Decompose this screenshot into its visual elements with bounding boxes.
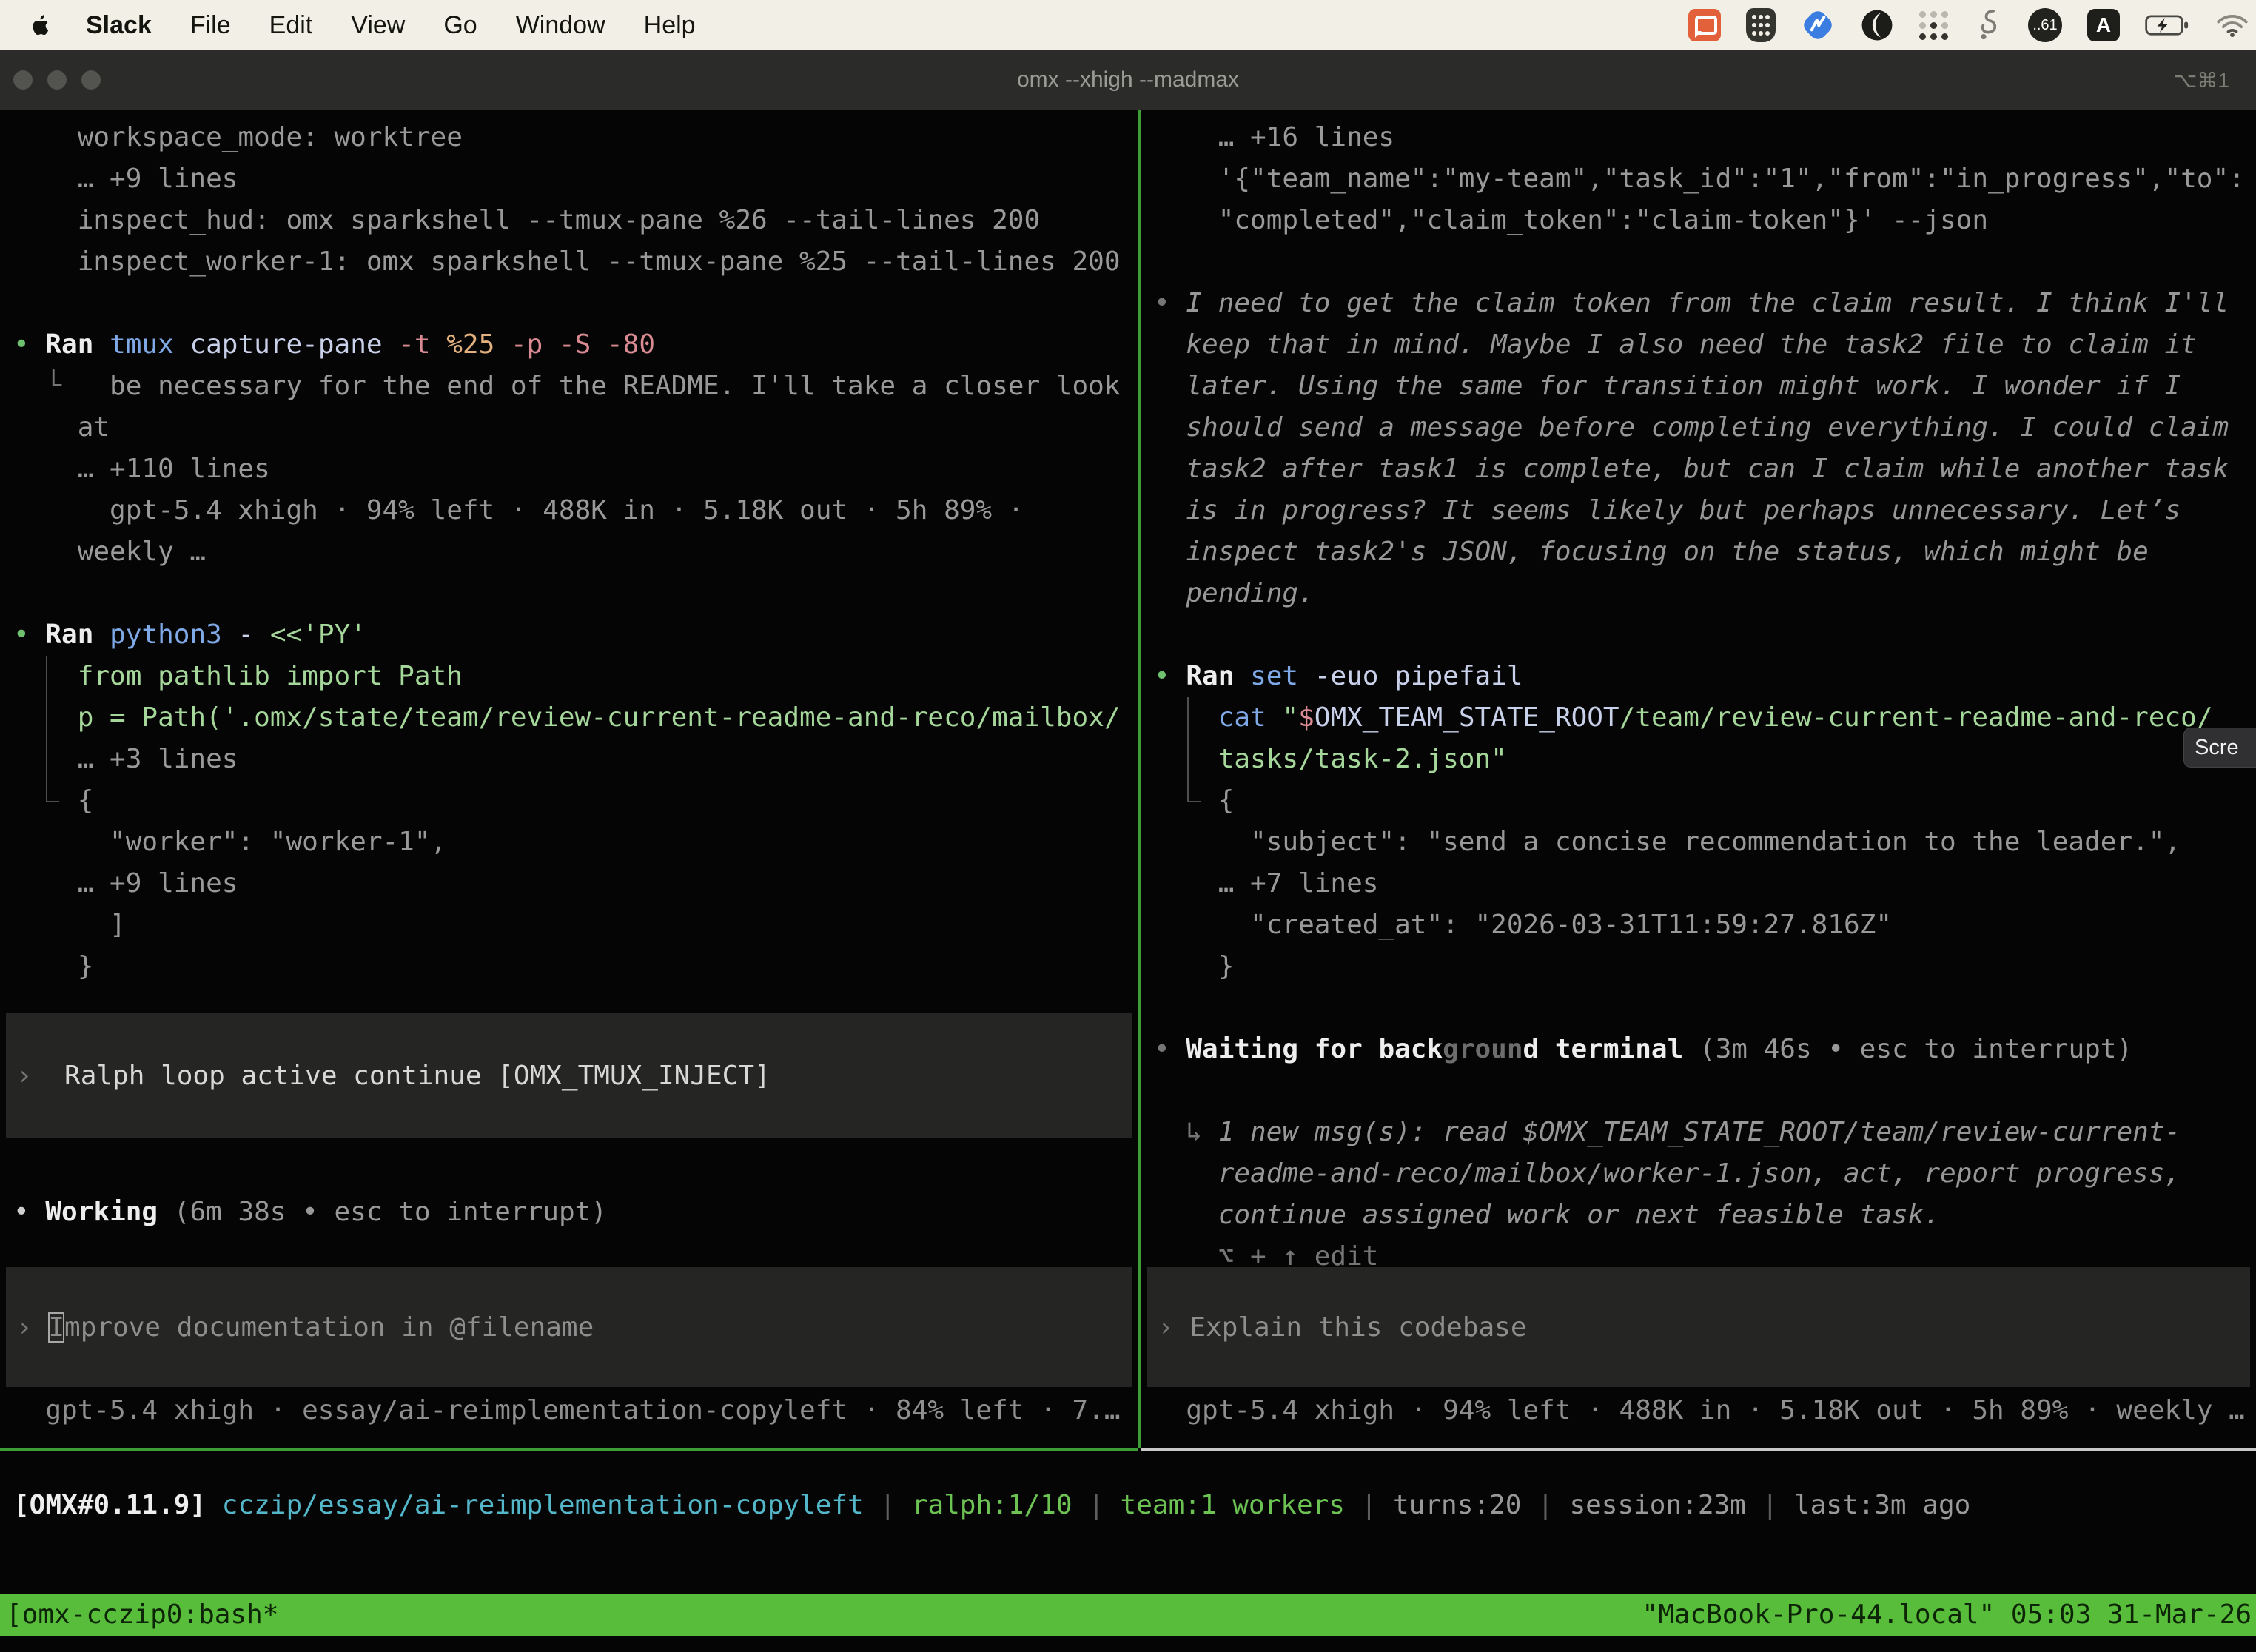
right-terminal-lines: … +16 lines '{"team_name":"my-team","tas…	[1154, 117, 2256, 1277]
left-terminal-lines: workspace_mode: worktree … +9 lines insp…	[13, 117, 1138, 987]
inject-banner: › Ralph loop active continue [OMX_TMUX_I…	[6, 1013, 1132, 1138]
menu-bar: Slack FileEditViewGoWindowHelp ..61 A	[0, 0, 2256, 50]
terminal-line: "worker": "worker-1",	[13, 822, 1138, 863]
terminal-line: … +7 lines	[1154, 863, 2256, 904]
terminal-line: keep that in mind. Maybe I also need the…	[1154, 324, 2256, 366]
terminal-line: '{"team_name":"my-team","task_id":"1","f…	[1154, 158, 2256, 200]
prompt-input-right[interactable]: › Explain this codebase	[1147, 1267, 2250, 1387]
terminal-line: "created_at": "2026-03-31T11:59:27.816Z"	[1154, 904, 2256, 946]
terminal-line: later. Using the same for transition mig…	[1154, 366, 2256, 407]
terminal-line: pending.	[1154, 573, 2256, 614]
prompt-input-left[interactable]: › Improve documentation in @filename	[6, 1267, 1132, 1387]
dots-grid-icon[interactable]	[1919, 11, 1948, 40]
terminal-line	[1154, 614, 2256, 656]
battery-icon[interactable]	[2145, 13, 2191, 38]
terminal-line: }	[1154, 946, 2256, 987]
input-placeholder: mprove documentation in @filename	[64, 1312, 594, 1343]
terminal-line	[1154, 241, 2256, 283]
terminal-line: p = Path('.omx/state/team/review-current…	[13, 697, 1138, 739]
crescent-icon[interactable]	[1860, 8, 1894, 42]
window-title: omx --xhigh --madmax	[0, 50, 2256, 110]
pane-border-bottom-right	[1141, 1448, 2256, 1451]
terminal-line: • Waiting for background terminal (3m 46…	[1154, 1029, 2256, 1070]
terminal-line	[1154, 987, 2256, 1029]
terminal-line	[13, 283, 1138, 324]
terminal-line: … +16 lines	[1154, 117, 2256, 158]
terminal-line: • Ran tmux capture-pane -t %25 -p -S -80	[13, 324, 1138, 366]
terminal-line: workspace_mode: worktree	[13, 117, 1138, 158]
terminal-line: readme-and-reco/mailbox/worker-1.json, a…	[1154, 1153, 2256, 1195]
terminal-line: weekly …	[13, 531, 1138, 573]
terminal-line: • I need to get the claim token from the…	[1154, 283, 2256, 324]
menu-item-go[interactable]: Go	[424, 11, 496, 40]
terminal-line: gpt-5.4 xhigh · 94% left · 488K in · 5.1…	[13, 490, 1138, 531]
menu-app-name[interactable]: Slack	[67, 11, 171, 40]
pane-hud-left: workspace_mode: worktree … +9 lines insp…	[0, 110, 1138, 1448]
menu-item-edit[interactable]: Edit	[250, 11, 332, 40]
terminal-line: at	[13, 407, 1138, 449]
terminal-line: └ be necessary for the end of the README…	[13, 366, 1138, 407]
menu-item-view[interactable]: View	[332, 11, 424, 40]
terminal-line	[13, 573, 1138, 614]
tmux-session-window[interactable]: [omx-cczip0:bash*	[0, 1594, 278, 1636]
terminal-line: {	[1154, 780, 2256, 822]
omx-hud-status-line: [OMX#0.11.9] cczip/essay/ai-reimplementa…	[13, 1485, 1970, 1526]
terminal-line: "subject": "send a concise recommendatio…	[1154, 822, 2256, 863]
text-cursor: I	[48, 1312, 64, 1343]
terminal-line: … +110 lines	[13, 449, 1138, 490]
terminal-line: tasks/task-2.json"	[1154, 739, 2256, 780]
screen-edge-tooltip: Scre	[2183, 728, 2256, 768]
terminal-line: cat "$OMX_TEAM_STATE_ROOT/team/review-cu…	[1154, 697, 2256, 739]
terminal-line: • Ran python3 - <<'PY'	[13, 614, 1138, 656]
terminal-line: continue assigned work or next feasible …	[1154, 1195, 2256, 1236]
terminal-line: inspect_worker-1: omx sparkshell --tmux-…	[13, 241, 1138, 283]
terminal-line	[1154, 1070, 2256, 1112]
window-title-bar: omx --xhigh --madmax ⌥⌘1	[0, 50, 2256, 110]
terminal-line: "completed","claim_token":"claim-token"}…	[1154, 200, 2256, 241]
terminal-line: inspect task2's JSON, focusing on the st…	[1154, 531, 2256, 573]
tmux-status-bar: [omx-cczip0:bash* "MacBook-Pro-44.local"…	[0, 1594, 2256, 1636]
apple-logo-icon[interactable]	[28, 10, 56, 41]
code-block-connector	[46, 656, 59, 802]
terminal-line: … +9 lines	[13, 863, 1138, 904]
screen-share-badge-icon[interactable]	[1688, 9, 1721, 41]
tmux-host-clock: "MacBook-Pro-44.local" 05:03 31-Mar-26	[1642, 1594, 2256, 1636]
terminal-line: ]	[13, 904, 1138, 946]
terminal-line: should send a message before completing …	[1154, 407, 2256, 449]
terminal-line: … +3 lines	[13, 739, 1138, 780]
terminal-line: • Ran set -euo pipefail	[1154, 656, 2256, 697]
wifi-icon[interactable]	[2216, 13, 2249, 38]
spark-blue-icon[interactable]	[1801, 8, 1835, 42]
keypad-shield-icon[interactable]	[1746, 8, 1776, 42]
terminal-line: ↳ 1 new msg(s): read $OMX_TEAM_STATE_ROO…	[1154, 1112, 2256, 1153]
right-model-status: gpt-5.4 xhigh · 94% left · 488K in · 5.1…	[1154, 1390, 2245, 1431]
pane-border-bottom-left	[0, 1448, 1138, 1451]
count-badge-icon[interactable]: ..61	[2028, 8, 2062, 42]
input-placeholder: Explain this codebase	[1189, 1312, 1526, 1343]
terminal-line: from pathlib import Path	[13, 656, 1138, 697]
prompt-chevron-icon: ›	[1158, 1312, 1189, 1343]
terminal-line: is in progress? It seems likely but perh…	[1154, 490, 2256, 531]
squiggle-icon[interactable]	[1973, 7, 2003, 43]
menu-bar-tray: ..61 A	[1688, 0, 2249, 50]
terminal: workspace_mode: worktree … +9 lines insp…	[0, 110, 2256, 1652]
terminal-line: {	[13, 780, 1138, 822]
terminal-line: inspect_hud: omx sparkshell --tmux-pane …	[13, 200, 1138, 241]
prompt-chevron-icon: ›	[16, 1312, 48, 1343]
window-shortcut-hint: ⌥⌘1	[2173, 50, 2229, 110]
code-block-connector	[1187, 697, 1201, 802]
menu-item-window[interactable]: Window	[497, 11, 625, 40]
pane-worker-right: … +16 lines '{"team_name":"my-team","tas…	[1141, 110, 2256, 1448]
left-model-status: gpt-5.4 xhigh · essay/ai-reimplementatio…	[13, 1390, 1121, 1431]
screen: Slack FileEditViewGoWindowHelp ..61 A	[0, 0, 2256, 1652]
terminal-line: task2 after task1 is complete, but can I…	[1154, 449, 2256, 490]
working-status-line: • Working (6m 38s • esc to interrupt)	[13, 1192, 607, 1233]
menu-item-help[interactable]: Help	[625, 11, 715, 40]
menu-item-file[interactable]: File	[171, 11, 250, 40]
terminal-line: }	[13, 946, 1138, 987]
menu-items: FileEditViewGoWindowHelp	[171, 11, 715, 40]
terminal-line: … +9 lines	[13, 158, 1138, 200]
letter-a-icon[interactable]: A	[2087, 9, 2120, 41]
